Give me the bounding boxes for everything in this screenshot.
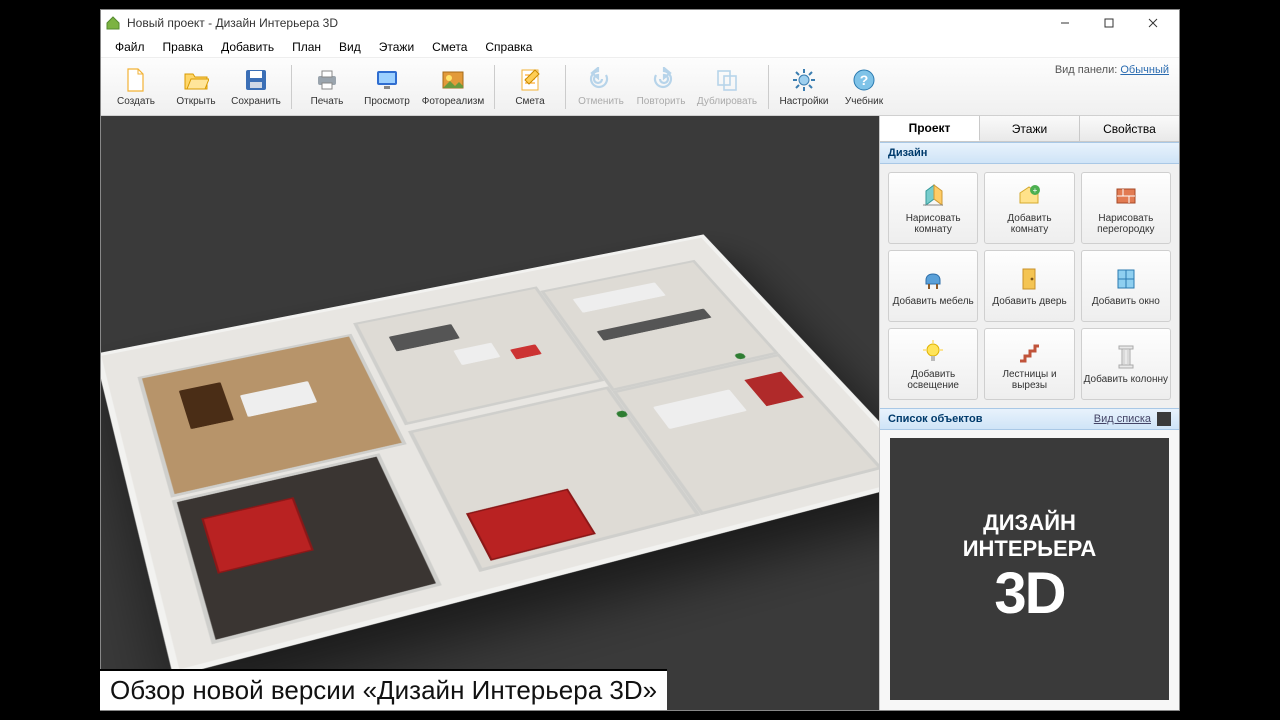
sidebar-tabs: Проект Этажи Свойства [880, 116, 1179, 142]
folder-open-icon [182, 66, 210, 94]
tab-floors[interactable]: Этажи [980, 116, 1080, 141]
draw-partition-button[interactable]: Нарисовать перегородку [1081, 172, 1171, 244]
new-file-icon [122, 66, 150, 94]
add-furniture-button[interactable]: Добавить мебель [888, 250, 978, 322]
settings-button[interactable]: Настройки [775, 61, 833, 113]
redo-icon [647, 66, 675, 94]
menu-edit[interactable]: Правка [155, 38, 212, 56]
tab-properties[interactable]: Свойства [1080, 116, 1179, 141]
add-light-button[interactable]: Добавить освещение [888, 328, 978, 400]
column-icon [1112, 343, 1140, 371]
content: Проект Этажи Свойства Дизайн Нарисовать … [101, 116, 1179, 710]
toolbar: Создать Открыть Сохранить Печать Просмот… [101, 58, 1179, 116]
create-button[interactable]: Создать [107, 61, 165, 113]
partition-icon [1112, 182, 1140, 210]
bulb-icon [919, 338, 947, 366]
app-icon [105, 15, 121, 31]
floorplan-render [101, 235, 879, 677]
render-icon [439, 66, 467, 94]
redo-button[interactable]: Повторить [632, 61, 690, 113]
app-logo-3d: ДИЗАЙН ИНТЕРЬЕРА 3D [890, 438, 1169, 700]
open-button[interactable]: Открыть [167, 61, 225, 113]
gear-icon [790, 66, 818, 94]
list-view-icon[interactable] [1157, 412, 1171, 426]
objects-section-header: Список объектов Вид списка [880, 408, 1179, 430]
add-window-button[interactable]: Добавить окно [1081, 250, 1171, 322]
undo-button[interactable]: Отменить [572, 61, 630, 113]
draw-room-icon [919, 182, 947, 210]
panel-mode: Вид панели: Обычный [1055, 64, 1169, 76]
menu-file[interactable]: Файл [107, 38, 153, 56]
add-room-icon: + [1015, 182, 1043, 210]
save-icon [242, 66, 270, 94]
add-stairs-button[interactable]: Лестницы и вырезы [984, 328, 1074, 400]
video-caption: Обзор новой версии «Дизайн Интерьера 3D» [100, 669, 667, 710]
menu-floors[interactable]: Этажи [371, 38, 422, 56]
menu-plan[interactable]: План [284, 38, 329, 56]
menu-add[interactable]: Добавить [213, 38, 282, 56]
menu-view[interactable]: Вид [331, 38, 369, 56]
maximize-button[interactable] [1087, 10, 1131, 36]
stairs-icon [1015, 338, 1043, 366]
save-button[interactable]: Сохранить [227, 61, 285, 113]
preview-button[interactable]: Просмотр [358, 61, 416, 113]
menu-estimate[interactable]: Смета [424, 38, 475, 56]
undo-icon [587, 66, 615, 94]
add-room-button[interactable]: + Добавить комнату [984, 172, 1074, 244]
svg-text:+: + [1033, 186, 1038, 195]
design-section-header: Дизайн [880, 142, 1179, 164]
duplicate-button[interactable]: Дублировать [692, 61, 762, 113]
door-icon [1015, 265, 1043, 293]
help-icon: ? [850, 66, 878, 94]
copy-icon [713, 66, 741, 94]
menu-help[interactable]: Справка [477, 38, 540, 56]
print-button[interactable]: Печать [298, 61, 356, 113]
chair-icon [919, 265, 947, 293]
monitor-icon [373, 66, 401, 94]
help-button[interactable]: ? Учебник [835, 61, 893, 113]
titlebar: Новый проект - Дизайн Интерьера 3D [101, 10, 1179, 36]
add-door-button[interactable]: Добавить дверь [984, 250, 1074, 322]
window-icon [1112, 265, 1140, 293]
printer-icon [313, 66, 341, 94]
viewport-3d[interactable] [101, 116, 879, 710]
estimate-button[interactable]: Смета [501, 61, 559, 113]
notepad-icon [516, 66, 544, 94]
add-column-button[interactable]: Добавить колонну [1081, 328, 1171, 400]
close-button[interactable] [1131, 10, 1175, 36]
app-window: Новый проект - Дизайн Интерьера 3D Файл … [100, 9, 1180, 711]
minimize-button[interactable] [1043, 10, 1087, 36]
objects-area: ДИЗАЙН ИНТЕРЬЕРА 3D [880, 430, 1179, 710]
panel-mode-link[interactable]: Обычный [1120, 64, 1169, 76]
window-title: Новый проект - Дизайн Интерьера 3D [127, 16, 338, 30]
list-view-link[interactable]: Вид списка [1094, 413, 1151, 425]
design-grid: Нарисовать комнату + Добавить комнату На… [880, 164, 1179, 408]
photoreal-button[interactable]: Фотореализм [418, 61, 488, 113]
menubar: Файл Правка Добавить План Вид Этажи Смет… [101, 36, 1179, 58]
svg-text:?: ? [860, 72, 869, 88]
sidebar: Проект Этажи Свойства Дизайн Нарисовать … [879, 116, 1179, 710]
draw-room-button[interactable]: Нарисовать комнату [888, 172, 978, 244]
tab-project[interactable]: Проект [880, 116, 980, 141]
